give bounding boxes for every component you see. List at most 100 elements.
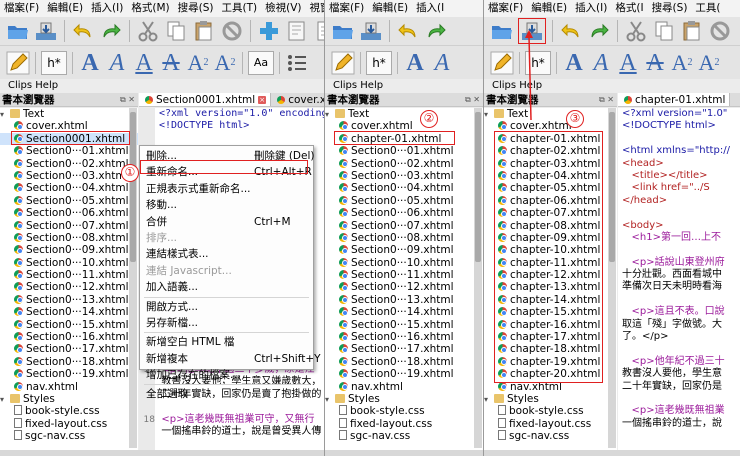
bold-icon[interactable]: A (78, 51, 102, 75)
stylesheet-item[interactable]: sgc-nav.css (0, 430, 138, 442)
file-item[interactable]: Section0···09.xhtml (325, 244, 483, 256)
menu-view[interactable]: 檢視(V) (261, 0, 305, 17)
cut-icon[interactable] (136, 19, 160, 43)
file-item[interactable]: Section0···13.xhtml (325, 294, 483, 306)
menu-item-add-semantics[interactable]: 加入語義... (140, 279, 313, 295)
file-item[interactable]: Section0···09.xhtml (0, 244, 138, 256)
open-folder-icon[interactable] (331, 19, 355, 43)
superscript-icon[interactable]: A2 (213, 50, 237, 75)
tab-cover[interactable]: cover.xhtml (271, 93, 324, 106)
bold-icon[interactable]: A (403, 51, 427, 75)
file-item[interactable]: Section0···03.xhtml (325, 170, 483, 182)
file-item[interactable]: Section0···01.xhtml (0, 145, 138, 157)
file-item[interactable]: Section0···04.xhtml (0, 182, 138, 194)
file-item[interactable]: Section0···19.xhtml (325, 368, 483, 380)
file-item[interactable]: nav.xhtml (325, 381, 483, 393)
stylesheet-item[interactable]: fixed-layout.css (325, 417, 483, 430)
paste-icon[interactable] (192, 19, 216, 43)
menu-item-add-existing[interactable]: 增加已存在的檔案... (140, 367, 313, 383)
file-item[interactable]: Section0···19.xhtml (0, 368, 138, 380)
redo-icon[interactable] (99, 19, 123, 43)
file-item[interactable]: Section0···05.xhtml (325, 195, 483, 207)
file-item[interactable]: Section0···13.xhtml (0, 294, 138, 306)
file-item[interactable]: Section0···18.xhtml (325, 356, 483, 368)
stylesheet-item[interactable]: fixed-layout.css (0, 417, 138, 430)
menu-item-open-with[interactable]: 開啟方式... (140, 299, 313, 315)
menu-item-save-as[interactable]: 另存新檔... (140, 315, 313, 331)
undo-icon[interactable] (396, 19, 420, 43)
menu-item-merge[interactable]: 合併 Ctrl+M (140, 214, 313, 230)
menu-item-move[interactable]: 移動... (140, 197, 313, 213)
menu-format[interactable]: 格式(M) (127, 0, 173, 17)
file-item[interactable]: Section0···14.xhtml (325, 306, 483, 318)
file-item[interactable]: Section0···11.xhtml (0, 269, 138, 281)
file-item[interactable]: Section0···06.xhtml (0, 207, 138, 219)
tree-scrollbar[interactable] (129, 108, 137, 448)
strikethrough-icon[interactable]: A (159, 51, 183, 75)
document-icon[interactable] (313, 19, 324, 43)
menu-file[interactable]: 檔案(F) (325, 0, 368, 17)
list-icon[interactable] (285, 51, 309, 75)
heading-button[interactable]: h* (366, 50, 392, 75)
menu-item-new-copy[interactable]: 新增複本 Ctrl+Shift+Y (140, 351, 321, 367)
menu-edit[interactable]: 編輯(E) (368, 0, 412, 17)
stylesheet-item[interactable]: sgc-nav.css (325, 430, 483, 442)
file-item[interactable]: Section0···17.xhtml (0, 343, 138, 355)
menu-edit[interactable]: 編輯(E) (43, 0, 87, 17)
file-item[interactable]: Section0···12.xhtml (325, 281, 483, 293)
file-item[interactable]: Section0···07.xhtml (0, 220, 138, 232)
forbidden-icon[interactable] (220, 19, 244, 43)
file-item[interactable]: Section0···11.xhtml (325, 269, 483, 281)
save-icon[interactable] (359, 19, 383, 43)
pencil-icon[interactable] (331, 51, 355, 75)
file-item[interactable]: Section0···10.xhtml (325, 257, 483, 269)
menu-item-new-html[interactable]: 新增空白 HTML 檔 (140, 334, 313, 350)
heading-button[interactable]: h* (41, 50, 67, 75)
file-item[interactable]: Section0···02.xhtml (0, 158, 138, 170)
copy-icon[interactable] (164, 19, 188, 43)
menu-insert[interactable]: 插入(I) (87, 0, 127, 17)
menu-insert[interactable]: 插入(I (412, 0, 448, 17)
dock-icon[interactable]: ⧉ ✕ (465, 93, 480, 107)
file-item[interactable]: Section0···08.xhtml (0, 232, 138, 244)
file-item[interactable]: Section0···05.xhtml (0, 195, 138, 207)
redo-icon[interactable] (424, 19, 448, 43)
add-icon[interactable] (257, 19, 281, 43)
undo-icon[interactable] (71, 19, 95, 43)
menu-item-regex-rename[interactable]: 正規表示式重新命名... (140, 181, 313, 197)
file-item[interactable]: Section0···06.xhtml (325, 207, 483, 219)
menu-item-select-all[interactable]: 全部選取 (140, 386, 313, 402)
file-item[interactable]: Section0···12.xhtml (0, 281, 138, 293)
folder-text[interactable]: ▾ Text (0, 108, 138, 120)
pencil-icon[interactable] (6, 51, 30, 75)
file-item[interactable]: Section0···04.xhtml (325, 182, 483, 194)
file-item[interactable]: nav.xhtml (0, 381, 138, 393)
menu-tools[interactable]: 工具(T) (217, 0, 261, 17)
file-item[interactable]: Section0···10.xhtml (0, 257, 138, 269)
stylesheet-item[interactable]: book-style.css (0, 405, 138, 417)
tab-section0001[interactable]: Section0001.xhtml × (139, 93, 272, 106)
file-item[interactable]: Section0···18.xhtml (0, 356, 138, 368)
menu-search[interactable]: 搜尋(S) (174, 0, 218, 17)
stylesheet-item[interactable]: book-style.css (325, 405, 483, 417)
dock-icon[interactable]: ⧉ ✕ (120, 93, 135, 107)
folder-styles[interactable]: ▾ Styles (325, 393, 483, 405)
close-icon[interactable]: × (258, 95, 267, 104)
tree-scrollbar[interactable] (474, 108, 482, 448)
file-item[interactable]: Section0···14.xhtml (0, 306, 138, 318)
file-item[interactable]: Section0···16.xhtml (325, 331, 483, 343)
subscript-icon[interactable]: A2 (186, 50, 210, 75)
file-item[interactable]: Section0···08.xhtml (325, 232, 483, 244)
menu-item-link-styles[interactable]: 連結樣式表... (140, 246, 313, 262)
clips-help-bar[interactable]: Clips Help (0, 80, 324, 92)
folder-styles[interactable]: ▾ Styles (0, 393, 138, 405)
file-item[interactable]: Section0···07.xhtml (325, 220, 483, 232)
clips-help-bar[interactable]: Clips Help (325, 80, 483, 92)
underline-icon[interactable]: A (132, 51, 156, 75)
menu-window[interactable]: 視窗 (305, 0, 324, 17)
file-item[interactable]: Section0···03.xhtml (0, 170, 138, 182)
file-item[interactable]: Section0···02.xhtml (325, 158, 483, 170)
open-folder-icon[interactable] (6, 19, 30, 43)
book-icon[interactable] (285, 19, 309, 43)
file-item[interactable]: Section0···16.xhtml (0, 331, 138, 343)
